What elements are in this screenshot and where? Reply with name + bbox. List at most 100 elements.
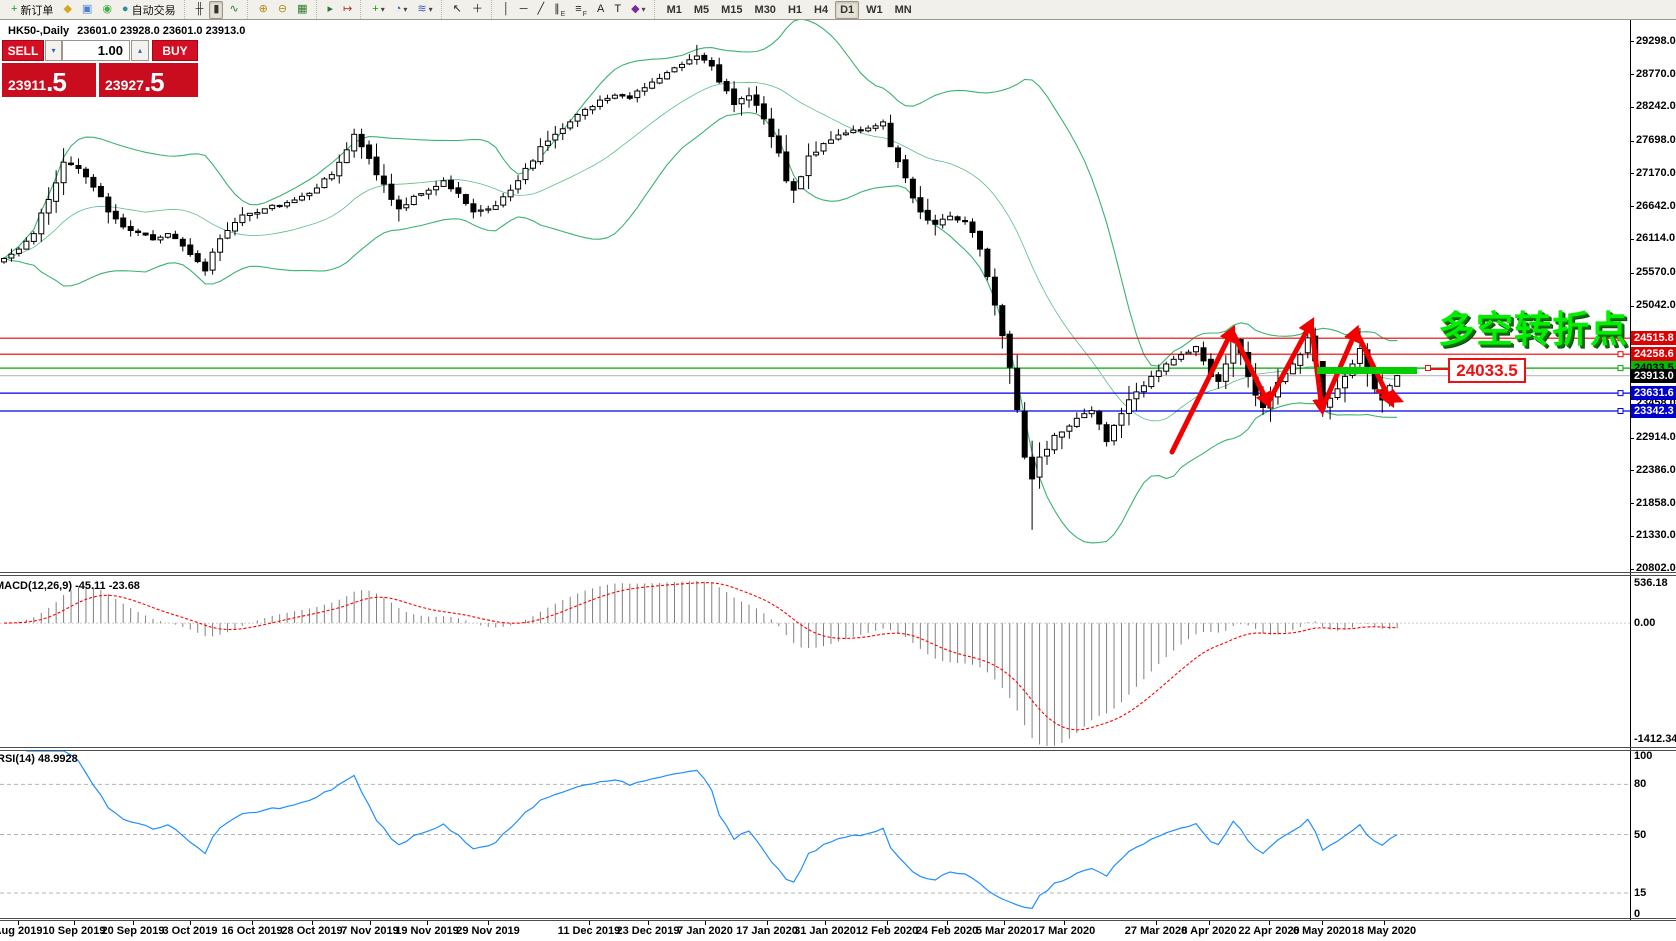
volume-decrease-button[interactable]: ▾ — [45, 40, 62, 61]
date-label: 28 Oct 2019 — [281, 925, 342, 937]
templates-button[interactable]: ≋▾ — [413, 1, 436, 19]
volume-input[interactable]: 1.00 — [62, 40, 130, 61]
bollinger-upper-band — [4, 20, 1397, 366]
bear-candle — [374, 157, 379, 175]
bear-candle — [732, 89, 737, 105]
timeframe-button-h1[interactable]: H1 — [783, 1, 807, 19]
bull-candle — [687, 60, 692, 64]
bull-candle — [411, 196, 416, 204]
bear-candle — [136, 231, 141, 232]
price-level-label[interactable]: 24033.5 — [1448, 358, 1526, 383]
bull-candle — [665, 73, 670, 79]
equidistant-channel-button[interactable]: ∥E — [550, 1, 569, 19]
rsi-indicator-canvas[interactable] — [0, 751, 1630, 918]
bear-candle — [1007, 334, 1012, 367]
bear-candle — [620, 95, 625, 96]
date-label: 23 Dec 2019 — [617, 925, 680, 937]
zigzag-arrow-segment — [1232, 331, 1268, 403]
periods-button[interactable]: ◔▾ — [391, 1, 412, 19]
signals-button[interactable]: ◉ — [98, 1, 116, 19]
panel-separator[interactable] — [0, 572, 1676, 573]
crosshair-button[interactable]: ＋ — [468, 1, 487, 19]
bar-chart-icon: ╫ — [196, 4, 204, 15]
market-watch-button[interactable]: ▣ — [78, 1, 96, 19]
candlestick-chart-button[interactable]: ▮ — [209, 1, 223, 19]
bull-candle — [948, 216, 953, 220]
text-label-button[interactable]: T — [610, 1, 625, 19]
trendline-button[interactable]: ╱ — [534, 1, 549, 19]
bear-candle — [1216, 375, 1221, 382]
bull-candle — [821, 144, 826, 151]
chart-shift-button[interactable]: ↦ — [339, 1, 356, 19]
tile-windows-button[interactable]: ▦ — [293, 1, 311, 19]
timeframe-toolbar: M1M5M15M30H1H4D1W1MN — [654, 0, 921, 19]
timeframe-button-mn[interactable]: MN — [890, 1, 917, 19]
date-label: 27 Mar 2020 — [1125, 925, 1187, 937]
bear-candle — [98, 187, 103, 197]
bull-candle — [434, 186, 439, 189]
bull-candle — [255, 213, 260, 215]
horizontal-line-button[interactable]: ─ — [516, 1, 532, 19]
bear-candle — [113, 211, 118, 219]
sell-button[interactable]: SELL — [2, 40, 44, 61]
bear-candle — [896, 148, 901, 162]
indicators-icon: + — [372, 4, 378, 15]
timeframe-button-m15[interactable]: M15 — [716, 1, 747, 19]
date-label: 7 Nov 2019 — [341, 925, 398, 937]
timeframe-button-m5[interactable]: M5 — [689, 1, 714, 19]
bear-candle — [717, 65, 722, 82]
history-center-button[interactable]: ◆ — [59, 1, 75, 19]
timeframe-button-d1[interactable]: D1 — [835, 1, 859, 19]
price-badge-23913.0: 23913.0 — [1631, 369, 1676, 383]
vertical-line-button[interactable]: │ — [499, 1, 514, 19]
bull-candle — [590, 107, 595, 110]
line-chart-button[interactable]: ∿ — [225, 1, 242, 19]
volume-increase-button[interactable]: ▴ — [131, 40, 149, 61]
bear-candle — [709, 61, 714, 67]
buy-price-main: 23927 — [105, 75, 144, 95]
macd-indicator-canvas[interactable] — [0, 576, 1630, 747]
bull-candle — [1149, 376, 1154, 386]
macd-values: -45.11 -23.68 — [75, 580, 140, 592]
zoom-out-icon: ⊖ — [278, 4, 287, 15]
bear-candle — [367, 145, 372, 158]
arrows-button[interactable]: ◆▾ — [627, 1, 649, 19]
timeframe-button-m30[interactable]: M30 — [750, 1, 781, 19]
tile-windows-icon: ▦ — [297, 4, 307, 15]
bear-candle — [888, 123, 893, 146]
new-order-button[interactable]: +新订单 — [7, 1, 57, 19]
fibonacci-button[interactable]: ≡F — [571, 1, 591, 19]
bollinger-lower-band — [4, 113, 1397, 543]
bear-candle — [1000, 306, 1005, 336]
rsi-value: 48.9928 — [38, 753, 78, 765]
timeframe-button-h4[interactable]: H4 — [809, 1, 833, 19]
panel-separator[interactable] — [0, 747, 1676, 748]
cursor-button[interactable]: ↖ — [449, 1, 466, 19]
timeframe-button-w1[interactable]: W1 — [861, 1, 888, 19]
bull-candle — [61, 162, 66, 183]
zoom-in-button[interactable]: ⊕ — [255, 1, 272, 19]
bull-candle — [940, 219, 945, 225]
bull-candle — [1290, 364, 1295, 374]
timeframe-button-m1[interactable]: M1 — [662, 1, 687, 19]
main-chart-canvas[interactable] — [0, 20, 1630, 572]
auto-scroll-button[interactable]: ▸ — [324, 1, 338, 19]
price-tick-label: 26114.0 — [1631, 232, 1676, 245]
indicators-button[interactable]: +▾ — [368, 1, 388, 19]
bear-candle — [151, 235, 156, 240]
bull-candle — [605, 98, 610, 100]
bull-candle — [583, 109, 588, 115]
price-badge-23342.3: 23342.3 — [1631, 404, 1676, 418]
bar-chart-button[interactable]: ╫ — [192, 1, 208, 19]
price-tick-label: 27170.0 — [1631, 167, 1676, 180]
sell-price-panel[interactable]: 23911.5 — [2, 63, 96, 97]
buy-price-panel[interactable]: 23927.5 — [99, 63, 198, 97]
autotrading-icon: ● — [122, 4, 129, 15]
autotrading-button[interactable]: ●自动交易 — [118, 1, 180, 19]
zigzag-arrow-segment — [1268, 323, 1311, 403]
text-button[interactable]: A — [593, 1, 608, 19]
zoom-out-button[interactable]: ⊖ — [274, 1, 291, 19]
bear-candle — [724, 82, 729, 91]
buy-button[interactable]: BUY — [152, 40, 198, 61]
bear-candle — [903, 160, 908, 178]
